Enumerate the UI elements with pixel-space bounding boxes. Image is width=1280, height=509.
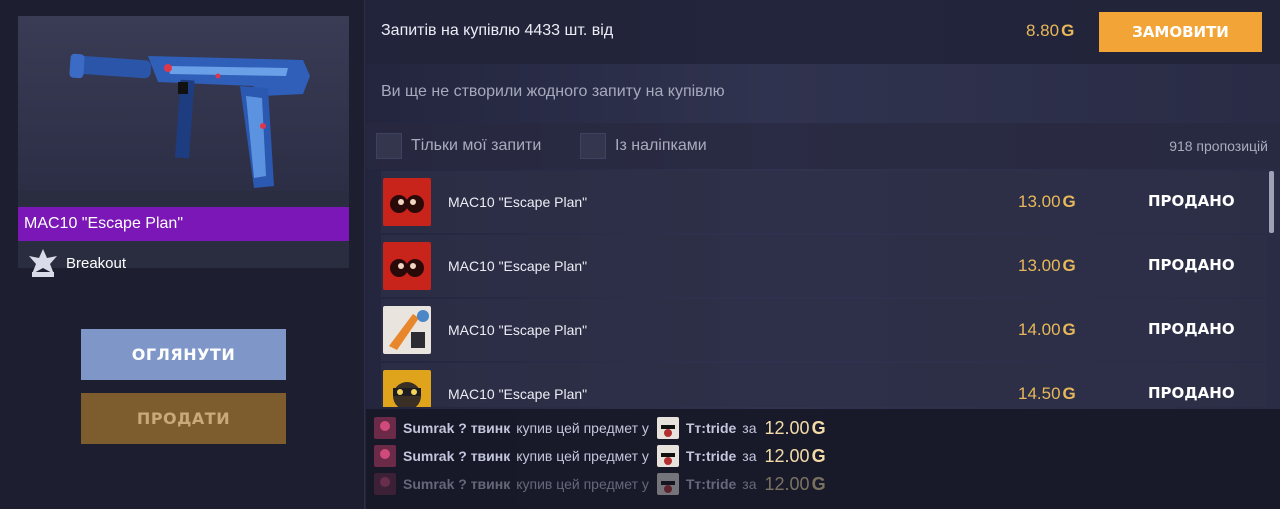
red-dragon-avatar-icon xyxy=(383,178,431,226)
feed-for: за xyxy=(742,448,757,464)
breakout-collection-icon xyxy=(29,249,57,277)
red-dragon-avatar-icon xyxy=(383,242,431,290)
listing-price: 13.00 G xyxy=(1018,192,1076,211)
with-stickers-label[interactable]: Із наліпками xyxy=(615,137,707,155)
seller-name: Tт:tride xyxy=(685,476,737,492)
collection-row: Breakout xyxy=(18,245,349,281)
gold-icon: G xyxy=(811,473,826,494)
feed-text: купив цей предмет у xyxy=(516,476,649,492)
order-button[interactable]: ЗАМОВИТИ xyxy=(1099,12,1262,52)
filters-bar: Тільки мої запити Із наліпками 918 пропо… xyxy=(366,123,1280,169)
with-stickers-checkbox[interactable] xyxy=(580,133,606,159)
only-mine-checkbox[interactable] xyxy=(376,133,402,159)
listing-name: MAC10 "Escape Plan" xyxy=(448,194,588,210)
feed-price: 12.00 G xyxy=(764,445,826,466)
feed-item: Sumrak ? твинк купив цей предмет у Tт:tr… xyxy=(374,444,826,468)
gold-icon: G xyxy=(1062,192,1076,211)
buyer-avatar-icon xyxy=(374,473,396,495)
feed-text: купив цей предмет у xyxy=(516,448,649,464)
listing-status: ПРОДАНО xyxy=(1148,320,1235,338)
listing-name: MAC10 "Escape Plan" xyxy=(448,258,588,274)
no-requests-text: Ви ще не створили жодного запиту на купі… xyxy=(381,83,725,100)
feed-price: 12.00 G xyxy=(764,417,826,438)
listing-name: MAC10 "Escape Plan" xyxy=(448,386,588,402)
sell-button[interactable]: ПРОДАТИ xyxy=(81,393,286,444)
listing-status: ПРОДАНО xyxy=(1148,384,1235,402)
feed-for: за xyxy=(742,476,757,492)
feed-price: 12.00 G xyxy=(764,473,826,494)
listing-price: 14.50 G xyxy=(1018,384,1076,403)
feed-item: Sumrak ? твинк купив цей предмет у Tт:tr… xyxy=(374,416,826,440)
listing-status: ПРОДАНО xyxy=(1148,256,1235,274)
masked-avatar-icon xyxy=(383,370,431,407)
gold-icon: G xyxy=(1062,320,1076,339)
feed-item: Sumrak ? твинк купив цей предмет у Tт:tr… xyxy=(374,472,826,496)
feed-text: купив цей предмет у xyxy=(516,420,649,436)
market-panel: Запитів на купівлю 4433 шт. від 8.80 G ЗА… xyxy=(366,0,1280,509)
item-card: MAC10 "Escape Plan" Breakout xyxy=(18,16,349,277)
offers-count: 918 пропозицій xyxy=(1169,138,1268,154)
item-name: MAC10 "Escape Plan" xyxy=(18,207,349,241)
purchase-feed: Sumrak ? твинк купив цей предмет у Tт:tr… xyxy=(366,409,1280,509)
listings-scrollbar[interactable] xyxy=(1269,171,1274,233)
listings-list[interactable]: MAC10 "Escape Plan" 13.00 G ПРОДАНО MAC10… xyxy=(381,171,1267,407)
listing-status: ПРОДАНО xyxy=(1148,192,1235,210)
gold-icon: G xyxy=(1062,256,1076,275)
weapon-image xyxy=(18,16,349,191)
gold-icon: G xyxy=(1062,384,1076,403)
listing-price: 13.00 G xyxy=(1018,256,1076,275)
mac10-icon xyxy=(69,53,310,188)
collection-name: Breakout xyxy=(66,254,127,272)
seller-avatar-icon xyxy=(656,417,679,439)
seller-avatar-icon xyxy=(656,445,679,467)
listing-row[interactable]: MAC10 "Escape Plan" 14.50 G ПРОДАНО xyxy=(381,363,1267,407)
item-panel: MAC10 "Escape Plan" Breakout ОГЛЯНУТИ ПР… xyxy=(0,0,365,509)
listing-row[interactable]: MAC10 "Escape Plan" 14.00 G ПРОДАНО xyxy=(381,299,1267,361)
gold-icon: G xyxy=(1061,21,1075,40)
buyer-name: Sumrak ? твинк xyxy=(403,448,511,464)
listing-row[interactable]: MAC10 "Escape Plan" 13.00 G ПРОДАНО xyxy=(381,171,1267,233)
listing-row[interactable]: MAC10 "Escape Plan" 13.00 G ПРОДАНО xyxy=(381,235,1267,297)
seller-avatar-icon xyxy=(656,473,679,495)
buyer-avatar-icon xyxy=(374,417,396,439)
knife-avatar-icon xyxy=(383,306,431,354)
listing-price: 14.00 G xyxy=(1018,320,1076,339)
buyer-name: Sumrak ? твинк xyxy=(403,476,511,492)
gold-icon: G xyxy=(811,445,826,466)
seller-name: Tт:tride xyxy=(685,420,737,436)
seller-name: Tт:tride xyxy=(685,448,737,464)
buyer-name: Sumrak ? твинк xyxy=(403,420,511,436)
feed-for: за xyxy=(742,420,757,436)
buy-request-price: 8.80 G xyxy=(1026,21,1075,40)
only-mine-label[interactable]: Тільки мої запити xyxy=(411,137,541,155)
view-button[interactable]: ОГЛЯНУТИ xyxy=(81,329,286,380)
listing-name: MAC10 "Escape Plan" xyxy=(448,322,588,338)
buyer-avatar-icon xyxy=(374,445,396,467)
buy-request-bar: Запитів на купівлю 4433 шт. від 8.80 G ЗА… xyxy=(366,0,1280,64)
buy-requests-label: Запитів на купівлю 4433 шт. від xyxy=(381,22,614,39)
gold-icon: G xyxy=(811,417,826,438)
